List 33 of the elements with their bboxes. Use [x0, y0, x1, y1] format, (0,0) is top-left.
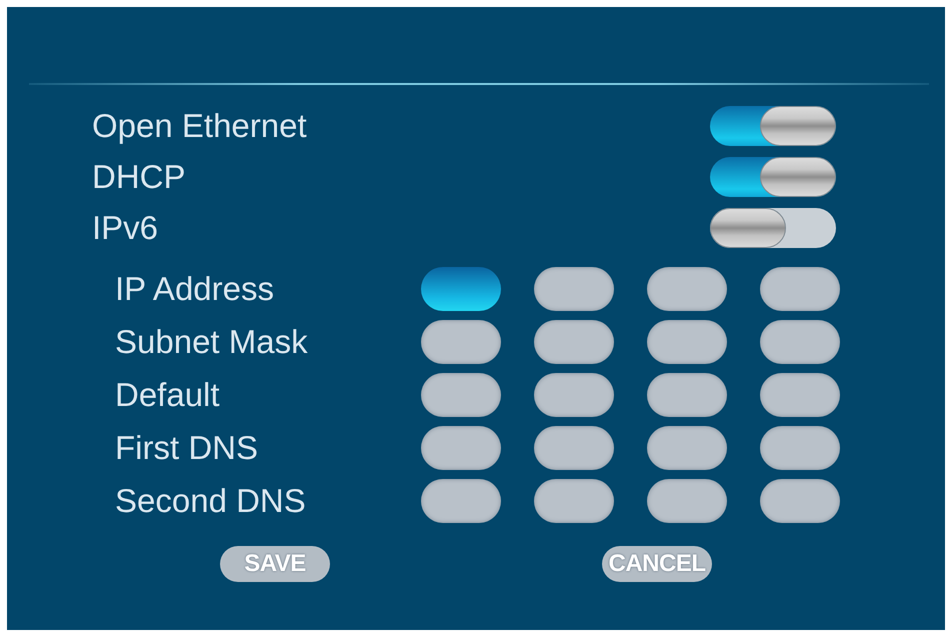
input-field[interactable] [647, 267, 727, 311]
field-label: Subnet Mask [115, 322, 309, 362]
input-field[interactable] [760, 373, 840, 417]
input-field[interactable] [647, 373, 727, 417]
input-field[interactable] [647, 320, 727, 364]
input-field[interactable] [760, 426, 840, 470]
input-field[interactable] [421, 267, 501, 311]
toggle-switch[interactable] [710, 208, 836, 248]
input-field[interactable] [760, 479, 840, 523]
field-label: Default [115, 375, 221, 415]
action-button[interactable]: SAVE [220, 546, 330, 582]
input-field[interactable] [534, 320, 614, 364]
setting-label: Open Ethernet [92, 106, 307, 146]
input-field[interactable] [534, 373, 614, 417]
input-field[interactable] [421, 320, 501, 364]
input-field[interactable] [421, 479, 501, 523]
action-button[interactable]: CANCEL [602, 546, 712, 582]
toggle-switch[interactable] [710, 106, 836, 146]
setting-label: IPv6 [92, 208, 158, 248]
input-field[interactable] [421, 426, 501, 470]
input-field[interactable] [760, 267, 840, 311]
field-label: IP Address [115, 269, 275, 309]
setting-label: DHCP [92, 157, 186, 197]
input-field[interactable] [760, 320, 840, 364]
field-label: Second DNS [115, 481, 307, 521]
field-label: First DNS [115, 428, 259, 468]
input-field[interactable] [647, 426, 727, 470]
toggle-switch[interactable] [710, 157, 836, 197]
input-field[interactable] [534, 426, 614, 470]
input-field[interactable] [647, 479, 727, 523]
input-field[interactable] [534, 479, 614, 523]
input-field[interactable] [534, 267, 614, 311]
input-field[interactable] [421, 373, 501, 417]
